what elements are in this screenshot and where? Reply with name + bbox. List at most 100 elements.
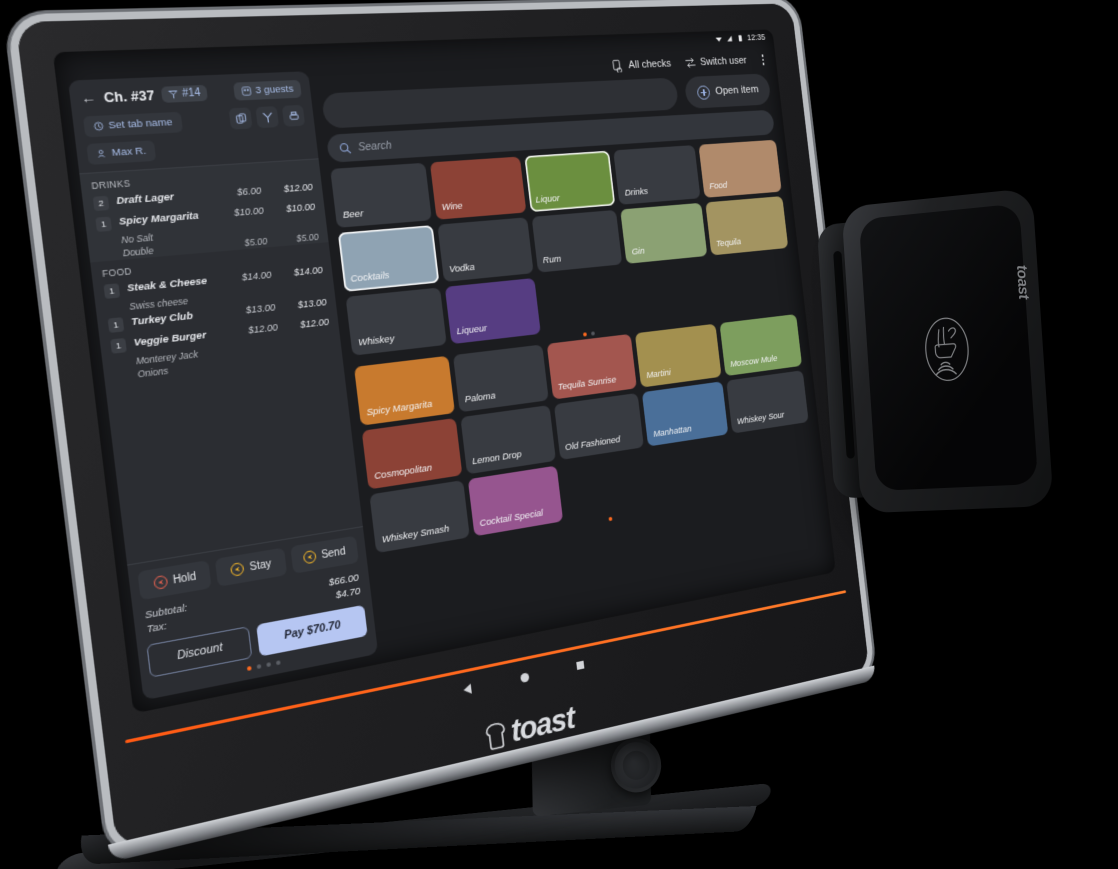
terminal-screen	[858, 203, 1039, 491]
line-item-modifier[interactable]: Monterey Jack	[102, 332, 341, 371]
send-icon	[302, 549, 317, 565]
menu-tile-label: Tequila Sunrise	[557, 374, 617, 393]
switch-user-label: Switch user	[699, 54, 748, 68]
hold-icon	[152, 574, 169, 591]
switch-user-button[interactable]: Switch user	[684, 54, 748, 69]
guest-count-label: 3 guests	[254, 83, 295, 97]
hold-button[interactable]: Hold	[137, 560, 212, 601]
subtotal-value: $66.00	[328, 572, 360, 589]
guests-icon	[241, 86, 252, 96]
all-checks-label: All checks	[627, 57, 672, 71]
menu-tile[interactable]: Whiskey Sour	[726, 370, 809, 434]
check-action-buttons: Hold Stay Send	[137, 535, 359, 601]
page-dot[interactable]	[608, 516, 613, 522]
merge-icon[interactable]	[255, 106, 280, 129]
check-group: DRINKS 2 Draft Lager $6.00 $12.00 1 Spicy Marg…	[79, 159, 329, 263]
menu-tile[interactable]: Old Fashioned	[553, 392, 645, 461]
menu-tile[interactable]: Vodka	[437, 217, 534, 282]
modifier-unit-price: $5.00	[243, 235, 268, 249]
modifier-total-price	[287, 334, 332, 349]
tax-label: Tax:	[146, 620, 168, 636]
toast-bread-icon	[484, 720, 509, 752]
menu-tile[interactable]: Rum	[531, 209, 623, 273]
menu-tile[interactable]: Cosmopolitan	[361, 417, 463, 490]
page-dot[interactable]	[256, 664, 261, 670]
nav-back-icon[interactable]	[462, 683, 472, 696]
set-tab-name-button[interactable]: Set tab name	[82, 111, 183, 137]
line-item-modifier[interactable]: Double $5.00 $5.00	[89, 230, 329, 263]
menu-tile[interactable]: Wine	[429, 156, 527, 220]
menu-tile-label: Paloma	[464, 389, 497, 405]
empty-tile-slot	[712, 252, 795, 313]
line-item-total-price: $10.00	[285, 201, 316, 215]
check-group-label: FOOD	[101, 265, 133, 280]
line-item-modifier[interactable]: No Salt	[87, 217, 327, 249]
tag-icon	[93, 120, 105, 130]
menu-tile[interactable]: Whiskey Smash	[369, 480, 470, 554]
menu-tile[interactable]: Tequila	[705, 196, 789, 256]
print-icon[interactable]	[281, 104, 306, 127]
back-arrow-icon[interactable]: ←	[80, 89, 97, 106]
set-tab-name-label: Set tab name	[107, 116, 174, 132]
menu-tile[interactable]: Tequila Sunrise	[546, 333, 638, 400]
nav-recents-icon[interactable]	[575, 660, 584, 671]
menu-tile[interactable]: Beer	[330, 162, 432, 228]
check-line-item[interactable]: 1 Steak & Cheese $14.00 $14.00	[93, 261, 334, 303]
send-button[interactable]: Send	[289, 535, 359, 574]
server-chip[interactable]: Max R.	[86, 140, 157, 165]
menu-tile[interactable]: Moscow Mule	[719, 314, 803, 377]
status-bar: 12:35	[715, 32, 766, 43]
page-dot[interactable]	[246, 665, 252, 672]
page-dot[interactable]	[275, 660, 281, 666]
line-item-modifier[interactable]: Onions	[104, 344, 343, 384]
menu-tile[interactable]: Liqueur	[444, 278, 541, 345]
menu-tile[interactable]: Food	[698, 139, 782, 198]
stay-button[interactable]: Stay	[215, 547, 287, 587]
menu-tile[interactable]: Gin	[620, 202, 708, 264]
page-dot[interactable]	[582, 332, 587, 337]
menu-tile[interactable]: Paloma	[452, 344, 549, 413]
check-page-indicator[interactable]	[150, 636, 369, 690]
modifier-unit-price	[238, 352, 282, 367]
line-item-name: Steak & Cheese	[126, 275, 208, 295]
signal-icon	[726, 35, 733, 41]
pay-button[interactable]: Pay $70.70	[255, 604, 368, 657]
check-line-item[interactable]: 1 Veggie Burger $12.00 $12.00	[99, 312, 339, 358]
menu-tile[interactable]: Liquor	[523, 150, 616, 213]
check-items-list[interactable]: DRINKS 2 Draft Lager $6.00 $12.00 1 Spicy Marg…	[79, 159, 362, 564]
open-item-button[interactable]: Open item	[683, 73, 772, 109]
check-line-item[interactable]: 1 Turkey Club $13.00 $13.00	[97, 293, 337, 337]
line-item-name: Spicy Margarita	[118, 210, 200, 228]
menu-tile[interactable]: Martini	[635, 323, 722, 388]
menu-tile[interactable]: Spicy Margarita	[353, 355, 455, 426]
guest-count-chip[interactable]: 3 guests	[233, 79, 302, 101]
check-header: ← Ch. #37 #14 3 guests Set tab name Max …	[67, 71, 319, 175]
line-item-qty: 1	[110, 337, 127, 354]
all-checks-button[interactable]: All checks	[611, 57, 672, 73]
check-number: Ch. #37	[102, 87, 156, 106]
hold-label: Hold	[172, 570, 197, 587]
menu-tile[interactable]: Cocktails	[337, 225, 440, 292]
page-dot[interactable]	[590, 331, 595, 336]
menu-tile[interactable]: Lemon Drop	[460, 405, 556, 475]
menu-tile-label: Rum	[542, 253, 562, 266]
menu-tile[interactable]: Manhattan	[642, 381, 729, 447]
page-dot[interactable]	[265, 662, 271, 668]
menu-tile-label: Liqueur	[456, 322, 488, 337]
menu-area: Search Beer Wine Liquor Drinks Food Cocktails…	[326, 109, 824, 636]
menu-tile-label: Martini	[645, 366, 672, 381]
discount-button[interactable]: Discount	[146, 626, 253, 678]
nav-home-icon[interactable]	[519, 671, 530, 683]
line-item-modifier[interactable]: Swiss cheese	[95, 280, 335, 316]
kebab-menu-icon[interactable]	[758, 52, 767, 68]
check-line-item[interactable]: 1 Spicy Margarita $10.00 $10.00	[84, 198, 325, 236]
split-check-icon[interactable]	[228, 107, 253, 130]
open-item-label: Open item	[714, 83, 760, 98]
line-item-unit-price: $6.00	[236, 185, 262, 198]
menu-tile-label: Whiskey Smash	[381, 522, 450, 546]
search-icon	[338, 141, 352, 154]
table-chip[interactable]: #14	[161, 84, 209, 103]
check-line-item[interactable]: 2 Draft Lager $6.00 $12.00	[82, 178, 323, 215]
menu-tile[interactable]: Whiskey	[345, 287, 447, 356]
menu-tile[interactable]: Drinks	[613, 145, 701, 205]
